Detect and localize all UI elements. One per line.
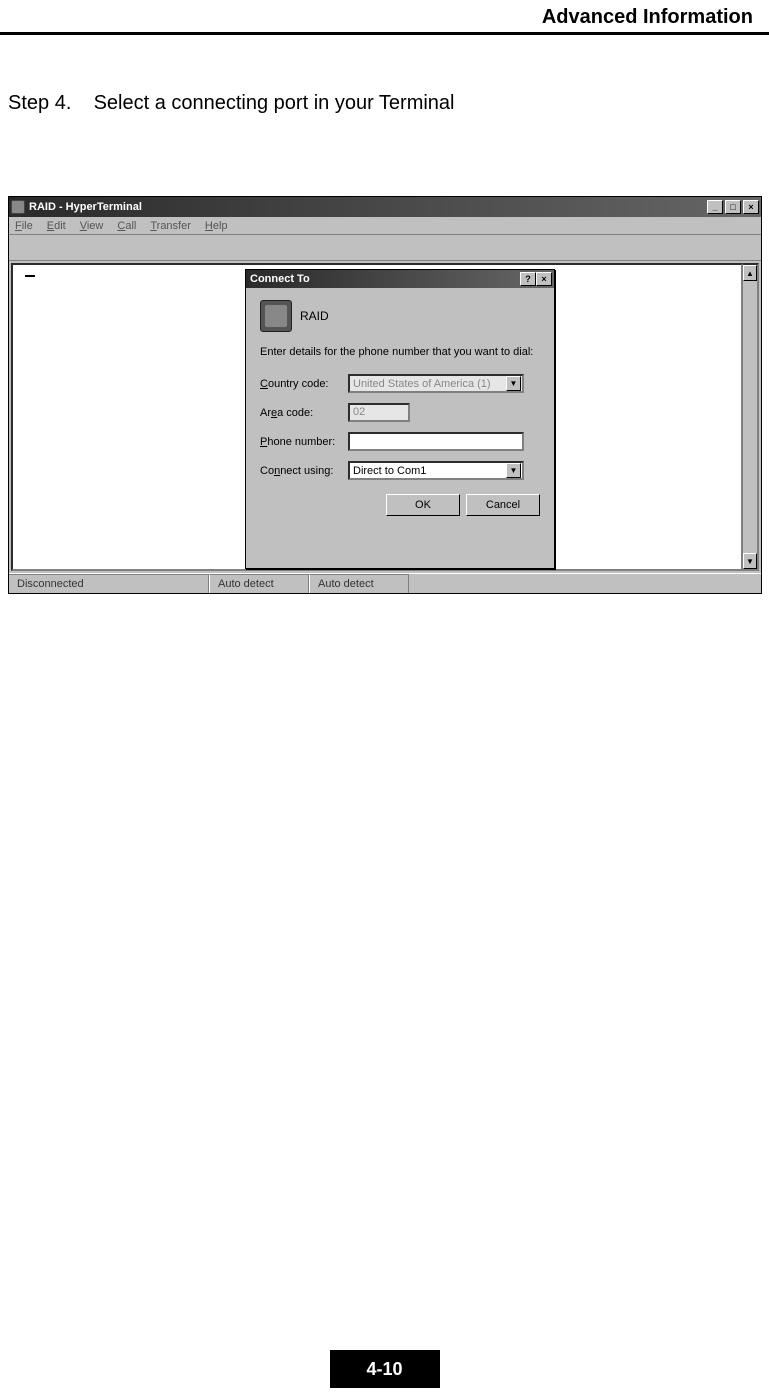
dialog-titlebar[interactable]: Connect To ? ×	[246, 270, 554, 288]
maximize-button[interactable]: □	[725, 200, 741, 214]
terminal-cursor	[25, 275, 35, 277]
menu-edit[interactable]: Edit	[47, 220, 66, 232]
hyperterminal-window: RAID - HyperTerminal _ □ × File Edit Vie…	[8, 196, 762, 594]
menu-help[interactable]: Help	[205, 220, 228, 232]
chevron-down-icon[interactable]: ▼	[506, 376, 521, 391]
label-phone-number: Phone number:	[260, 436, 342, 448]
status-detect-1: Auto detect	[209, 574, 309, 593]
connect-using-value: Direct to Com1	[353, 465, 426, 477]
step-number: Step 4.	[8, 92, 88, 115]
cancel-button[interactable]: Cancel	[466, 494, 540, 516]
status-bar: Disconnected Auto detect Auto detect	[9, 573, 761, 593]
scroll-down-button[interactable]: ▼	[743, 553, 757, 569]
dialog-help-button[interactable]: ?	[520, 272, 536, 286]
minimize-button[interactable]: _	[707, 200, 723, 214]
menu-file[interactable]: File	[15, 220, 33, 232]
close-button[interactable]: ×	[743, 200, 759, 214]
page-header: Advanced Information	[542, 6, 753, 29]
toolbar	[9, 235, 761, 261]
dialog-close-button[interactable]: ×	[536, 272, 552, 286]
label-country-code: Country code:	[260, 378, 342, 390]
client-area: Connect To ? × RAID Enter details for th…	[9, 261, 761, 573]
dialog-body: RAID Enter details for the phone number …	[246, 288, 554, 568]
phone-number-input[interactable]	[348, 432, 524, 451]
screenshot: RAID - HyperTerminal _ □ × File Edit Vie…	[8, 196, 762, 594]
country-code-value: United States of America (1)	[353, 378, 491, 390]
connection-name: RAID	[300, 309, 329, 323]
vertical-scrollbar[interactable]: ▲ ▼	[743, 263, 759, 571]
connect-to-dialog: Connect To ? × RAID Enter details for th…	[245, 269, 555, 569]
status-connection: Disconnected	[9, 574, 209, 593]
area-code-input[interactable]: 02	[348, 403, 410, 422]
window-title: RAID - HyperTerminal	[29, 201, 707, 213]
step-line: Step 4. Select a connecting port in your…	[8, 92, 455, 115]
page-number: 4-10	[330, 1350, 440, 1388]
terminal-area[interactable]: Connect To ? × RAID Enter details for th…	[11, 263, 743, 571]
dialog-instruction: Enter details for the phone number that …	[260, 346, 540, 358]
scroll-up-button[interactable]: ▲	[743, 265, 757, 281]
connect-using-select[interactable]: Direct to Com1 ▼	[348, 461, 524, 480]
menu-bar[interactable]: File Edit View Call Transfer Help	[9, 217, 761, 235]
country-code-select[interactable]: United States of America (1) ▼	[348, 374, 524, 393]
label-connect-using: Connect using:	[260, 465, 342, 477]
menu-view[interactable]: View	[80, 220, 104, 232]
app-icon	[11, 200, 25, 214]
header-rule	[0, 32, 769, 35]
chevron-down-icon[interactable]: ▼	[506, 463, 521, 478]
status-detect-2: Auto detect	[309, 574, 409, 593]
dialog-title: Connect To	[248, 273, 520, 285]
step-text: Select a connecting port in your Termina…	[94, 92, 455, 114]
phone-icon	[260, 300, 292, 332]
window-titlebar[interactable]: RAID - HyperTerminal _ □ ×	[9, 197, 761, 217]
menu-transfer[interactable]: Transfer	[150, 220, 191, 232]
ok-button[interactable]: OK	[386, 494, 460, 516]
menu-call[interactable]: Call	[117, 220, 136, 232]
label-area-code: Area code:	[260, 407, 342, 419]
